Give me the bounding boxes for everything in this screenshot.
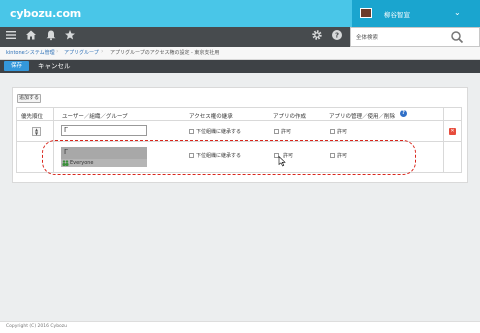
help-icon[interactable]: ? bbox=[330, 29, 344, 43]
search-icon[interactable] bbox=[450, 30, 464, 44]
cancel-button[interactable]: キャンセル bbox=[38, 61, 71, 71]
inherit-checkbox[interactable] bbox=[189, 129, 194, 134]
footer bbox=[0, 321, 480, 333]
highlight-annotation bbox=[42, 140, 416, 175]
menu-icon[interactable] bbox=[4, 29, 18, 43]
column-app-manage: アプリの管理／使用／削除 bbox=[329, 114, 396, 120]
column-priority: 優先順位 bbox=[21, 114, 44, 120]
app-manage-checkbox[interactable] bbox=[330, 129, 335, 134]
user-search-input[interactable] bbox=[61, 125, 147, 136]
table-divider bbox=[16, 120, 462, 121]
breadcrumb-app-group[interactable]: アプリグループ bbox=[64, 49, 99, 56]
user-menu-extension[interactable] bbox=[468, 0, 480, 27]
search-input[interactable]: 全体検索 bbox=[356, 33, 378, 41]
help-icon[interactable]: ? bbox=[400, 110, 407, 117]
table-divider bbox=[16, 107, 462, 108]
breadcrumb-current: アプリグループのアクセス権の設定 - 東京支社用 bbox=[110, 50, 220, 56]
delete-row-button[interactable]: ✕ bbox=[449, 128, 456, 135]
inherit-label: 下位組織に継承する bbox=[196, 129, 242, 135]
gear-icon[interactable] bbox=[310, 29, 324, 43]
column-inherit: アクセス権の継承 bbox=[189, 114, 233, 120]
priority-stepper[interactable]: ▲ ▼ bbox=[32, 127, 41, 136]
copyright: Copyright (C) 2016 Cybozu bbox=[6, 324, 68, 329]
svg-text:?: ? bbox=[335, 32, 339, 40]
table-border bbox=[16, 107, 17, 172]
breadcrumb-kintone-admin[interactable]: kintoneシステム管理 bbox=[6, 49, 55, 56]
column-user-org-group: ユーザー／組織／グループ bbox=[62, 114, 128, 120]
action-bar bbox=[0, 60, 480, 73]
cybozu-logo[interactable]: cybozu.com bbox=[10, 7, 81, 20]
text-cursor-icon: ᒥ bbox=[64, 126, 68, 134]
column-app-create: アプリの作成 bbox=[273, 114, 307, 120]
table-border bbox=[443, 107, 444, 172]
breadcrumb-separator: › bbox=[56, 48, 59, 55]
table-border bbox=[461, 107, 462, 172]
app-create-label: 許可 bbox=[281, 129, 292, 135]
favorite-star-icon[interactable] bbox=[63, 29, 77, 43]
add-button[interactable]: 追加する bbox=[17, 94, 41, 103]
user-name[interactable]: 柳谷智宣 bbox=[384, 9, 410, 19]
home-icon[interactable] bbox=[24, 29, 38, 43]
notification-bell-icon[interactable] bbox=[44, 29, 58, 43]
save-button[interactable]: 保存 bbox=[4, 61, 29, 71]
chevron-down-icon[interactable]: ⌄ bbox=[454, 8, 461, 17]
app-manage-label: 許可 bbox=[337, 129, 348, 135]
avatar bbox=[360, 8, 372, 18]
app-create-checkbox[interactable] bbox=[274, 129, 279, 134]
breadcrumb-separator: › bbox=[101, 48, 104, 55]
